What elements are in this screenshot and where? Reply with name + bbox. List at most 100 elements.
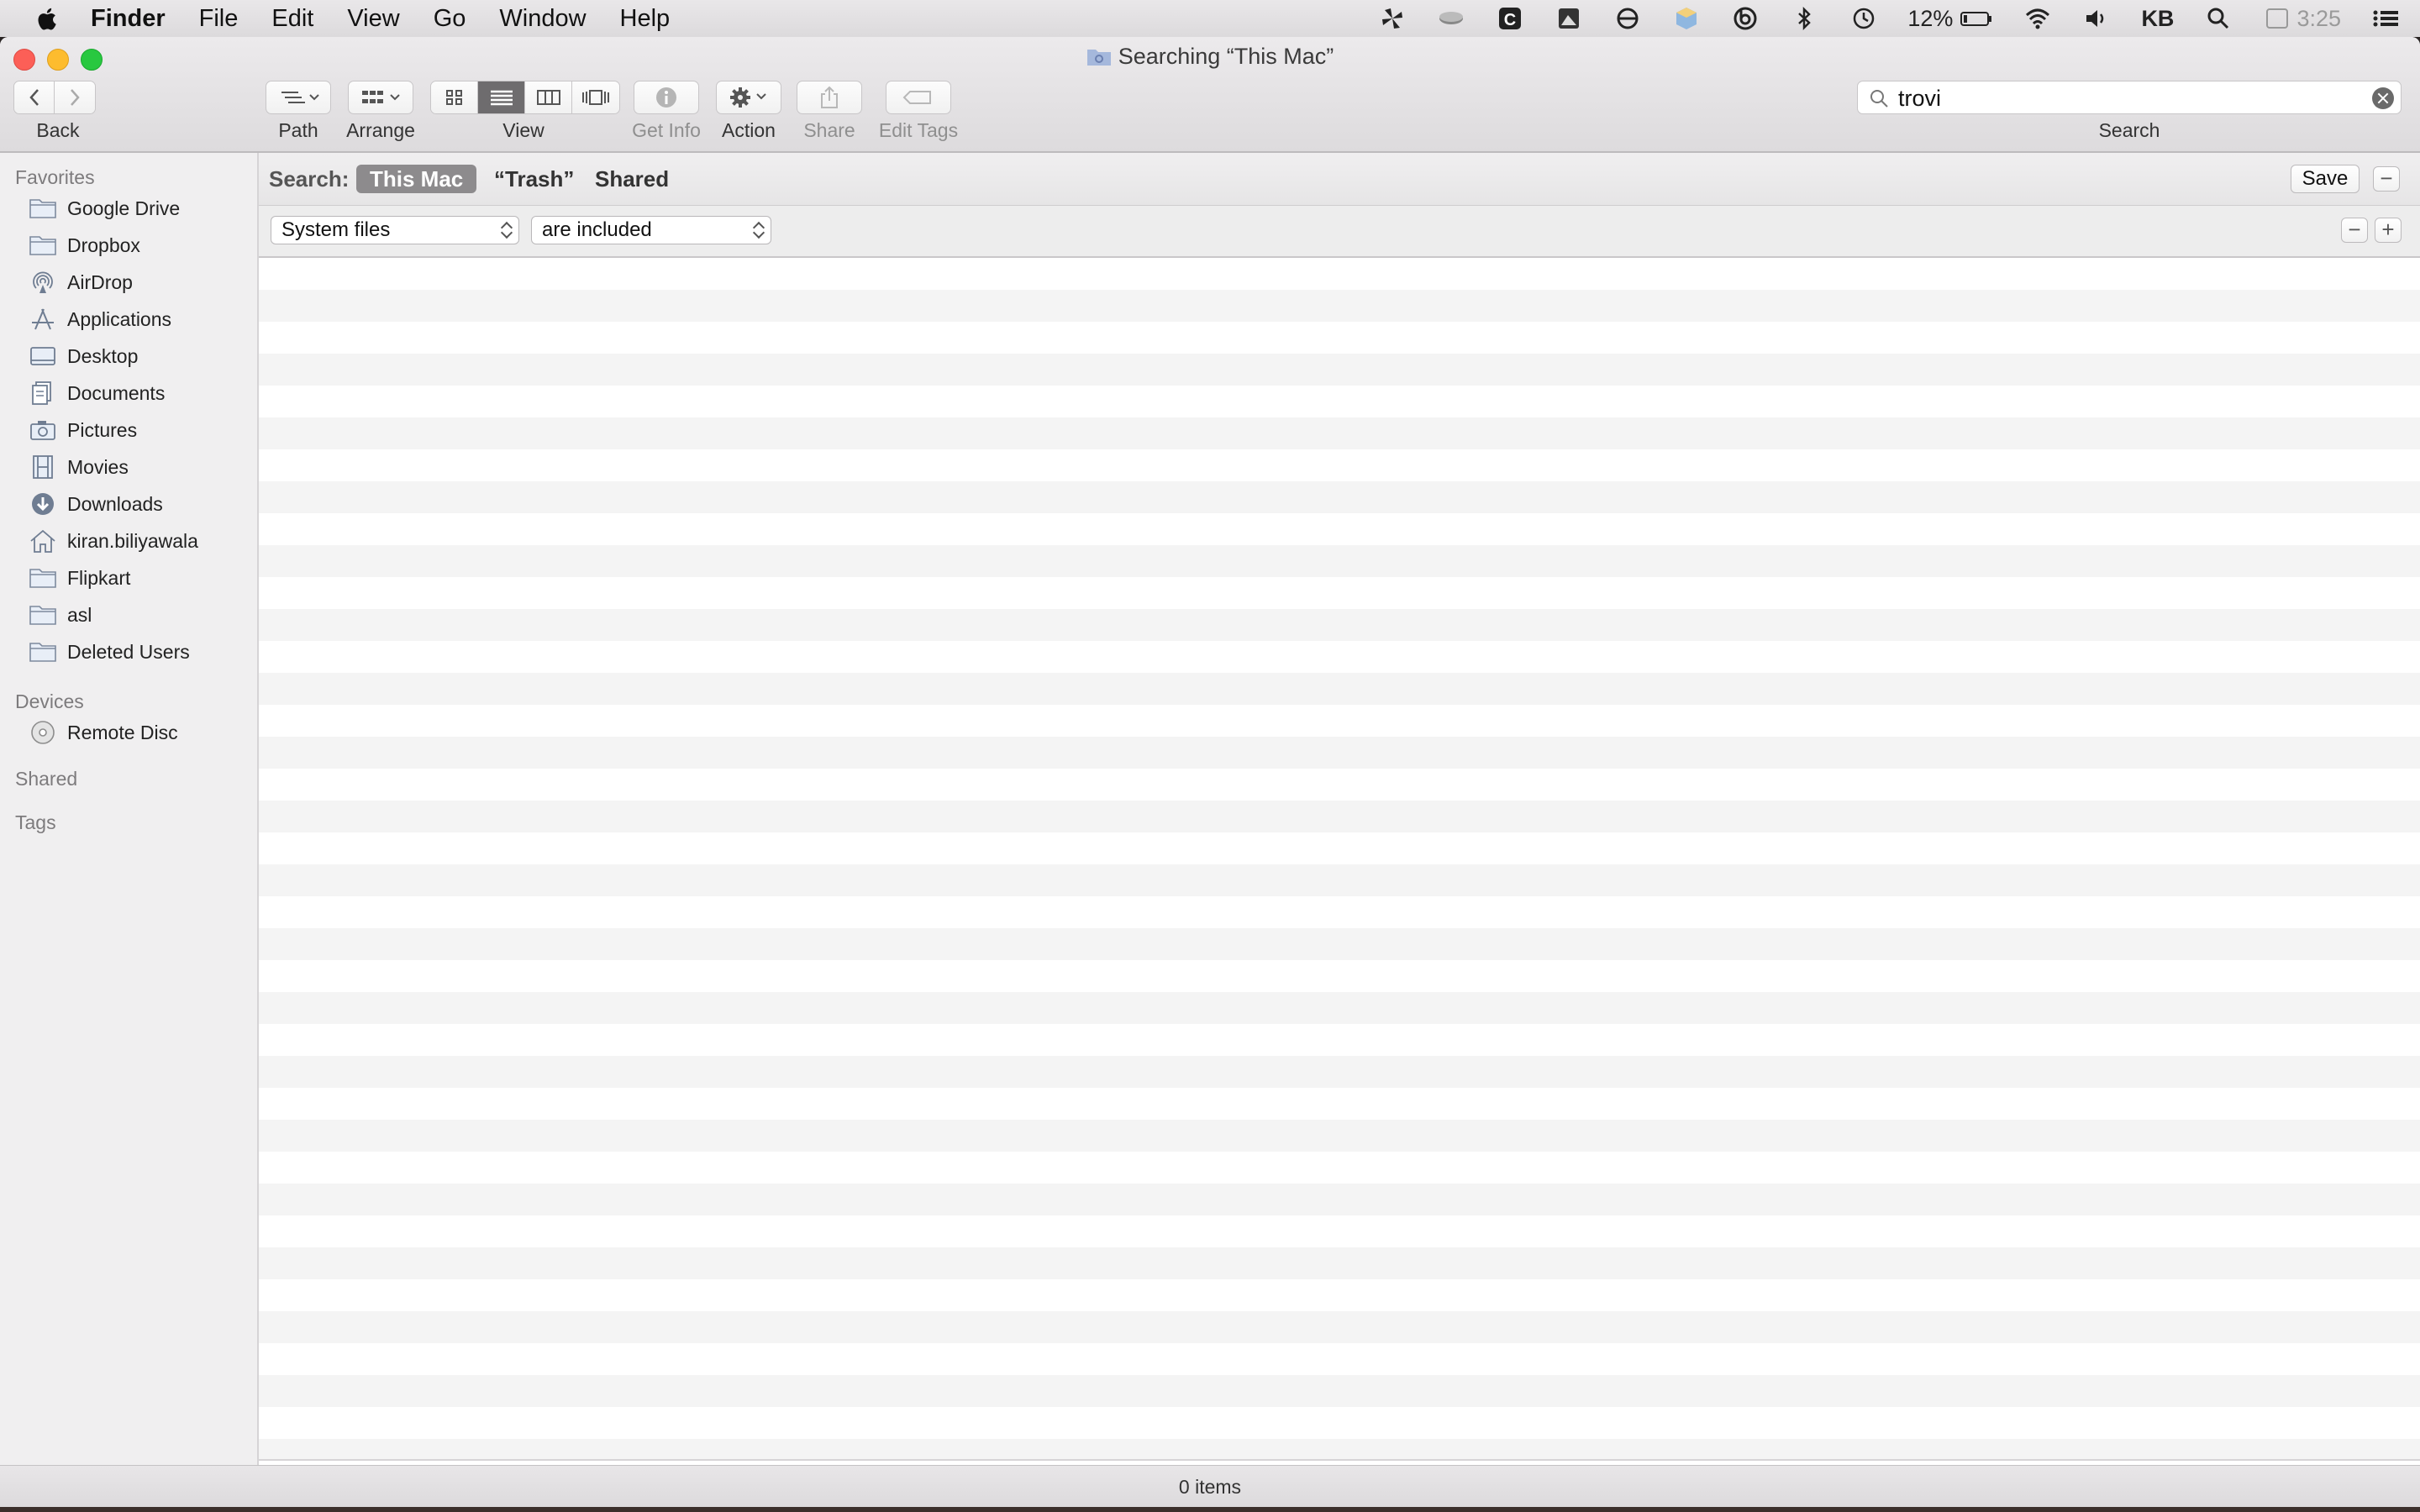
menu-file[interactable]: File: [199, 5, 239, 33]
notification-center-icon[interactable]: [2371, 5, 2400, 32]
folder-icon: [29, 196, 57, 221]
save-search-button[interactable]: Save: [2291, 165, 2360, 193]
search-input[interactable]: trovi: [1898, 86, 1941, 112]
sidebar-item-applications[interactable]: Applications: [29, 302, 171, 336]
attribute-popup[interactable]: System files: [271, 216, 519, 244]
clear-search-icon[interactable]: [2372, 87, 2394, 109]
favorites-header: Favorites: [15, 166, 95, 188]
volume-icon[interactable]: [2082, 5, 2111, 32]
battery-percent: 12%: [1907, 5, 1954, 31]
spotlight-search-icon[interactable]: [2204, 5, 2233, 32]
sidebar-item-label: Desktop: [67, 344, 139, 367]
scope-trash[interactable]: “Trash”: [481, 165, 587, 193]
results-list[interactable]: [259, 258, 2420, 1461]
download-icon: [29, 491, 57, 517]
menu-finder[interactable]: Finder: [91, 5, 166, 33]
sidebar-item-label: AirDrop: [67, 270, 133, 293]
sidebar-item-downloads[interactable]: Downloads: [29, 487, 163, 521]
wifi-icon[interactable]: [2023, 5, 2052, 32]
apple-menu-icon[interactable]: [34, 5, 56, 32]
columns-icon: [536, 90, 560, 105]
arrange-label: Arrange: [346, 119, 415, 141]
camera-icon: [29, 417, 57, 443]
blocked-icon[interactable]: [1613, 5, 1642, 32]
share-button[interactable]: [797, 81, 862, 114]
tag-icon: [902, 91, 931, 104]
applications-icon: [29, 307, 57, 332]
sidebar-item-movies[interactable]: Movies: [29, 450, 129, 484]
list-icon: [490, 90, 513, 106]
condition-popup[interactable]: are included: [531, 216, 771, 244]
shared-header[interactable]: Shared: [15, 768, 77, 790]
arrange-button[interactable]: [348, 81, 413, 114]
sidebar-item-label: kiran.biliyawala: [67, 529, 198, 552]
sidebar-item-airdrop[interactable]: AirDrop: [29, 265, 133, 299]
scope-this-mac[interactable]: This Mac: [356, 165, 477, 193]
image-app-icon[interactable]: [1555, 5, 1583, 32]
menu-window[interactable]: Window: [499, 5, 586, 33]
devices-header: Devices: [15, 690, 84, 712]
action-button[interactable]: [716, 81, 781, 114]
time-machine-icon[interactable]: [1849, 5, 1877, 32]
tags-header[interactable]: Tags: [15, 811, 56, 834]
sidebar-item-google-drive[interactable]: Google Drive: [29, 192, 180, 225]
scope-shared[interactable]: Shared: [581, 165, 682, 193]
menu-go[interactable]: Go: [434, 5, 466, 33]
forward-button[interactable]: [55, 81, 95, 113]
view-label: View: [502, 119, 544, 141]
list-view-button[interactable]: [478, 81, 525, 113]
folder-icon: [29, 565, 57, 591]
sidebar-item-documents[interactable]: Documents: [29, 376, 165, 410]
back-label: Back: [36, 119, 80, 141]
toolbar: Searching “This Mac” Back Path Arrange V…: [0, 37, 2420, 153]
menu-bar: Finder File Edit View Go Window Help C 1…: [0, 0, 2420, 37]
sidebar-item-label: Deleted Users: [67, 640, 190, 663]
c-app-icon[interactable]: C: [1496, 5, 1524, 32]
menu-edit[interactable]: Edit: [271, 5, 313, 33]
battery-icon[interactable]: [1960, 5, 1993, 32]
path-label: Path: [278, 119, 318, 141]
pinwheel-icon[interactable]: [1378, 5, 1407, 32]
edit-tags-button[interactable]: [886, 81, 951, 114]
sidebar-item-label: Downloads: [67, 492, 163, 515]
sidebar-item-flipkart[interactable]: Flipkart: [29, 561, 130, 595]
bluetooth-icon[interactable]: [1790, 5, 1818, 32]
sidebar-item-deleted-users[interactable]: Deleted Users: [29, 635, 190, 669]
search-criteria-row: System files are included − +: [259, 206, 2420, 258]
search-icon: [1870, 90, 1888, 108]
sidebar-item-label: Applications: [67, 307, 172, 330]
sidebar-item-desktop[interactable]: Desktop: [29, 339, 138, 373]
path-button[interactable]: [266, 81, 331, 114]
sidebar-item-home[interactable]: kiran.biliyawala: [29, 524, 198, 558]
path-icon: [281, 92, 319, 103]
remove-search-button[interactable]: −: [2373, 166, 2400, 192]
arrange-icon: [362, 91, 400, 103]
menu-help[interactable]: Help: [620, 5, 671, 33]
add-criterion-button[interactable]: +: [2375, 218, 2402, 243]
search-field[interactable]: trovi: [1857, 81, 2402, 114]
sidebar-item-pictures[interactable]: Pictures: [29, 413, 137, 447]
sidebar-item-asl[interactable]: asl: [29, 598, 92, 632]
sidebar-item-dropbox[interactable]: Dropbox: [29, 228, 140, 262]
drive-icon[interactable]: [1437, 5, 1465, 32]
back-button[interactable]: [14, 81, 55, 113]
beats-icon[interactable]: [1731, 5, 1760, 32]
box-app-icon[interactable]: [1672, 5, 1701, 32]
get-info-button[interactable]: [634, 81, 699, 114]
sidebar-item-label: Remote Disc: [67, 721, 178, 743]
smart-folder-icon: [1086, 46, 1112, 66]
sidebar-item-remote-disc[interactable]: Remote Disc: [29, 716, 178, 749]
icon-view-button[interactable]: [431, 81, 478, 113]
folder-icon: [29, 233, 57, 258]
column-view-button[interactable]: [525, 81, 572, 113]
share-icon: [821, 86, 838, 108]
clock[interactable]: 3:25: [2296, 6, 2341, 32]
condition-value: are included: [542, 218, 652, 241]
user-initials[interactable]: KB: [2141, 6, 2174, 32]
menu-view[interactable]: View: [347, 5, 399, 33]
edit-tags-label: Edit Tags: [878, 119, 959, 141]
calendar-icon[interactable]: [2263, 5, 2291, 32]
popup-arrows-icon: [754, 221, 764, 239]
cover-flow-button[interactable]: [572, 81, 619, 113]
remove-criterion-button[interactable]: −: [2341, 218, 2368, 243]
